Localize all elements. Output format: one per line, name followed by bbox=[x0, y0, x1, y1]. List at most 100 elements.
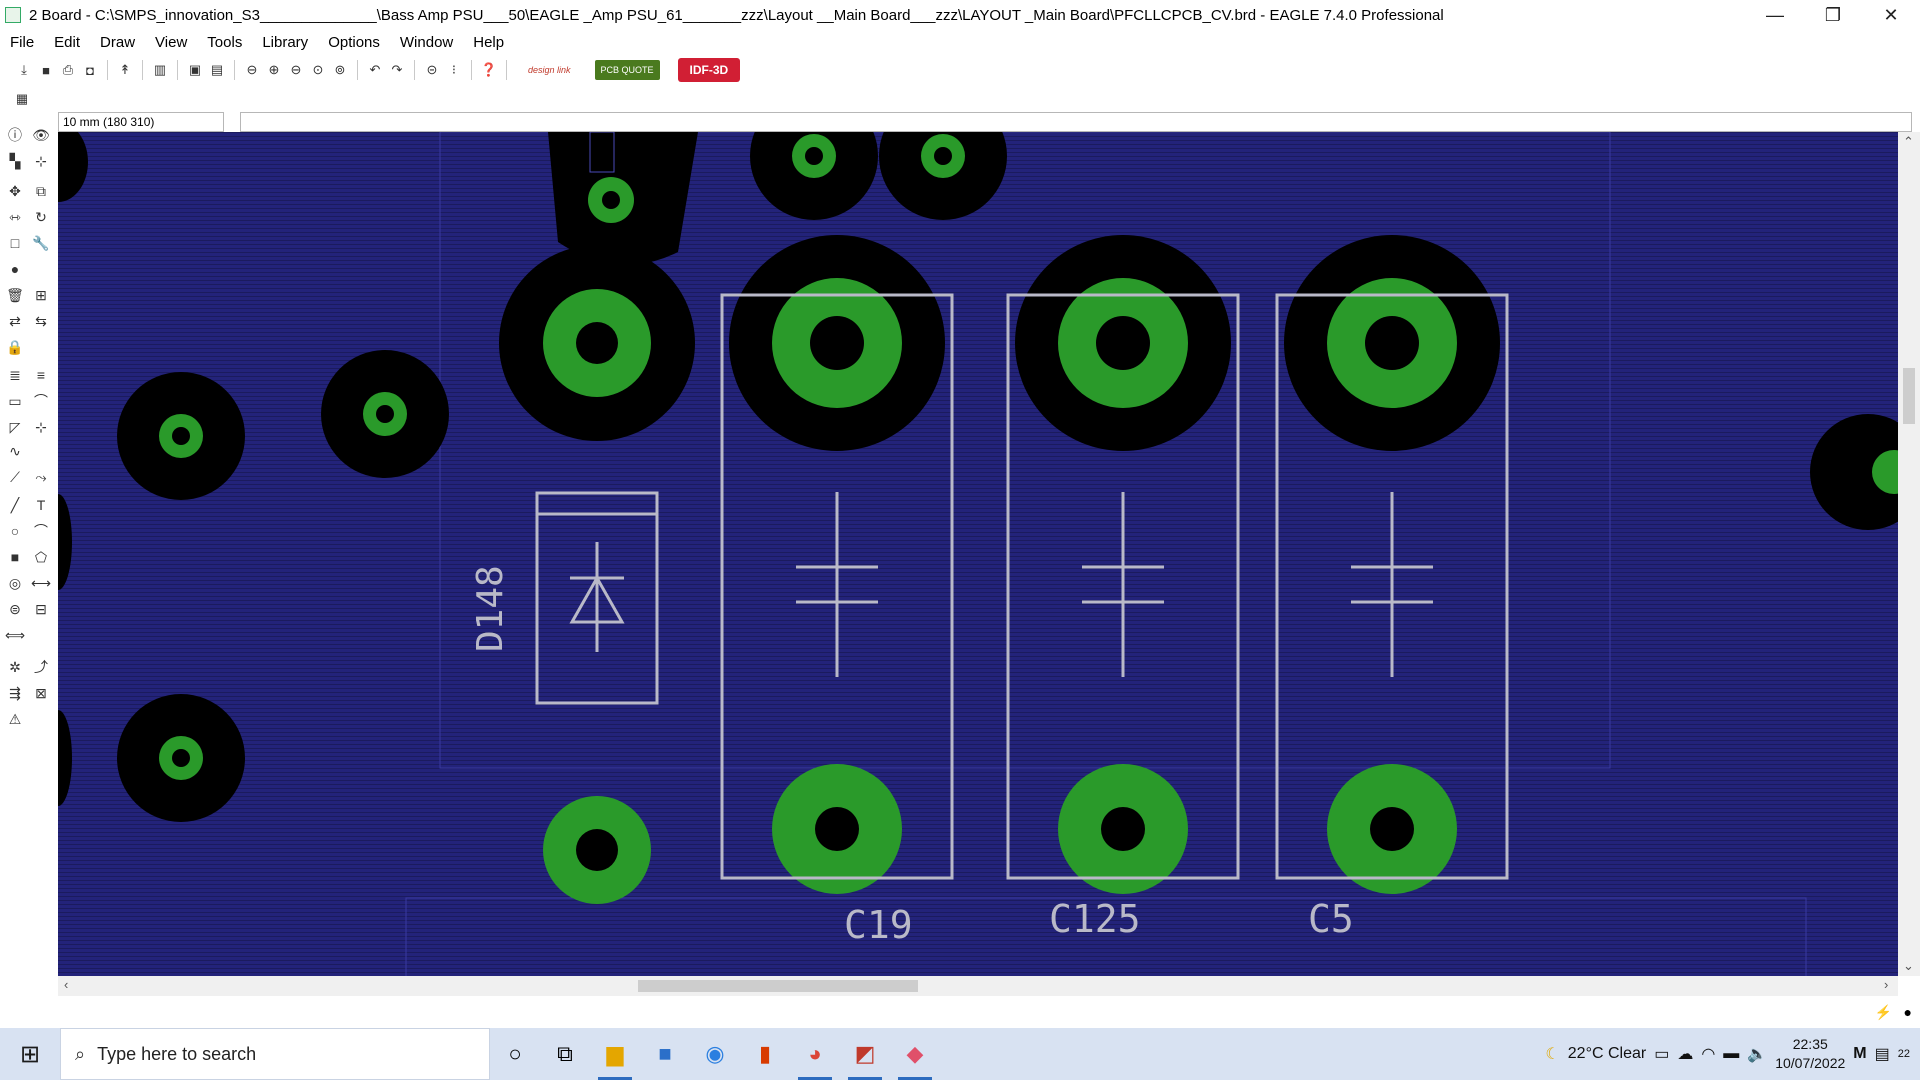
menu-window[interactable]: Window bbox=[390, 34, 463, 51]
change-icon[interactable]: 🔧 bbox=[30, 232, 52, 254]
weather-text[interactable]: 22°C Clear bbox=[1568, 1045, 1646, 1063]
wire-icon[interactable]: ╱ bbox=[4, 494, 26, 516]
stop-icon[interactable]: ⊝ bbox=[422, 60, 442, 80]
scroll-right-icon[interactable]: › bbox=[1884, 977, 1888, 992]
open-icon[interactable]: ⤓ bbox=[14, 60, 34, 80]
move-icon[interactable]: ✥ bbox=[4, 180, 26, 202]
ulp-icon[interactable]: ▥ bbox=[150, 60, 170, 80]
group-icon[interactable]: □ bbox=[4, 232, 26, 254]
undo-icon[interactable]: ↶ bbox=[365, 60, 385, 80]
lock-icon[interactable]: ⇆ bbox=[30, 310, 52, 332]
script-icon[interactable]: ↟ bbox=[115, 60, 135, 80]
menu-view[interactable]: View bbox=[145, 34, 197, 51]
grid-icon[interactable]: ▦ bbox=[12, 89, 32, 109]
ripup-icon[interactable]: ⤳ bbox=[30, 466, 52, 488]
scroll-down-icon[interactable]: ⌄ bbox=[1903, 958, 1914, 974]
pad[interactable] bbox=[543, 796, 651, 904]
restore-button[interactable]: ❐ bbox=[1804, 0, 1862, 30]
vertical-scroll-thumb[interactable] bbox=[1903, 368, 1915, 424]
split-icon[interactable]: ◸ bbox=[4, 416, 26, 438]
pad[interactable] bbox=[499, 245, 695, 441]
menu-help[interactable]: Help bbox=[463, 34, 514, 51]
menu-library[interactable]: Library bbox=[252, 34, 318, 51]
zoom-fit-icon[interactable]: ⊖ bbox=[242, 60, 262, 80]
rect-icon[interactable]: ■ bbox=[4, 546, 26, 568]
menu-edit[interactable]: Edit bbox=[44, 34, 90, 51]
text-icon[interactable]: T bbox=[30, 494, 52, 516]
copy-icon[interactable]: ⧉ bbox=[30, 180, 52, 202]
paste-icon[interactable]: ● bbox=[4, 258, 26, 280]
zoom-in-icon[interactable]: ⊕ bbox=[264, 60, 284, 80]
route-icon[interactable]: ⟋ bbox=[4, 466, 26, 488]
pad[interactable] bbox=[729, 235, 945, 451]
go-icon[interactable]: ⁝ bbox=[444, 60, 464, 80]
zoom-out-icon[interactable]: ⊖ bbox=[286, 60, 306, 80]
menu-file[interactable]: File bbox=[0, 34, 44, 51]
menu-draw[interactable]: Draw bbox=[90, 34, 145, 51]
errors-warning-icon[interactable]: ⚠ bbox=[4, 708, 26, 730]
chat-icon[interactable]: ◉ bbox=[690, 1028, 740, 1080]
rotate-icon[interactable]: ↻ bbox=[30, 206, 52, 228]
horizontal-scroll-thumb[interactable] bbox=[638, 980, 918, 992]
display-icon[interactable]: ▤ bbox=[207, 60, 227, 80]
menu-tools[interactable]: Tools bbox=[197, 34, 252, 51]
scroll-left-icon[interactable]: ‹ bbox=[64, 977, 68, 992]
stop-status-icon[interactable]: ● bbox=[1904, 1004, 1912, 1020]
erc-icon[interactable]: ⇶ bbox=[4, 682, 26, 704]
task-view-icon[interactable]: ⧉ bbox=[540, 1028, 590, 1080]
store-icon[interactable]: ■ bbox=[640, 1028, 690, 1080]
polygon-icon[interactable]: ⬠ bbox=[30, 546, 52, 568]
volume-icon[interactable]: 🔈 bbox=[1747, 1044, 1767, 1064]
battery-icon[interactable]: ▬ bbox=[1723, 1045, 1739, 1063]
redraw-icon[interactable]: ⊙ bbox=[308, 60, 328, 80]
optimize-icon[interactable]: ⊹ bbox=[30, 416, 52, 438]
pad[interactable] bbox=[117, 372, 245, 500]
pad[interactable] bbox=[1058, 764, 1188, 894]
padlock-icon[interactable]: 🔒 bbox=[4, 336, 26, 358]
scroll-up-icon[interactable]: ⌃ bbox=[1903, 134, 1914, 150]
value-icon[interactable]: ≡ bbox=[30, 364, 52, 386]
name-icon[interactable]: ≣ bbox=[4, 364, 26, 386]
onedrive-icon[interactable]: ☁ bbox=[1677, 1044, 1693, 1064]
app-drop-icon[interactable]: ◆ bbox=[890, 1028, 940, 1080]
via-icon[interactable]: ◎ bbox=[4, 572, 26, 594]
board-canvas[interactable]: D148 C19 C125 C5 bbox=[58, 132, 1898, 976]
mirror-icon[interactable]: ⇿ bbox=[4, 206, 26, 228]
meet-icon[interactable]: ▭ bbox=[1654, 1044, 1669, 1064]
pcb-quote-button[interactable]: PCB QUOTE bbox=[594, 60, 660, 80]
help-icon[interactable]: ❓ bbox=[479, 60, 499, 80]
redo-icon[interactable]: ↷ bbox=[387, 60, 407, 80]
hole-icon[interactable]: ⊜ bbox=[4, 598, 26, 620]
display-layers-icon[interactable]: ▚ bbox=[4, 150, 26, 172]
arc-icon[interactable]: ⌒ bbox=[30, 520, 52, 542]
wifi-icon[interactable]: ◠ bbox=[1701, 1044, 1715, 1064]
add-icon[interactable]: ⊞ bbox=[30, 284, 52, 306]
board-drawing[interactable]: D148 C19 C125 C5 bbox=[58, 132, 1898, 976]
pad[interactable] bbox=[548, 132, 698, 265]
file-explorer-icon[interactable]: ▆ bbox=[590, 1028, 640, 1080]
mark-icon[interactable]: ⊹ bbox=[30, 150, 52, 172]
pad[interactable] bbox=[1284, 235, 1500, 451]
clock[interactable]: 22:35 10/07/2022 bbox=[1775, 1035, 1845, 1073]
windows-start-icon[interactable]: ⊞ bbox=[0, 1028, 60, 1080]
signal-icon[interactable]: ⟷ bbox=[30, 572, 52, 594]
dimension-icon[interactable]: ⟺ bbox=[4, 624, 26, 646]
eagle-taskbar-icon[interactable]: ◩ bbox=[840, 1028, 890, 1080]
pad[interactable] bbox=[321, 350, 449, 478]
drc-icon[interactable]: ⊠ bbox=[30, 682, 52, 704]
close-button[interactable]: ✕ bbox=[1862, 0, 1920, 30]
print-icon[interactable]: ⎙ bbox=[58, 60, 78, 80]
chrome-icon[interactable]: ◕ bbox=[790, 1028, 840, 1080]
cam-icon[interactable]: ◘ bbox=[80, 60, 100, 80]
save-icon[interactable]: ■ bbox=[36, 60, 56, 80]
idf-3d-button[interactable]: IDF-3D bbox=[677, 58, 741, 82]
minimize-button[interactable]: — bbox=[1746, 0, 1804, 30]
vertical-scrollbar[interactable]: ⌃ ⌄ bbox=[1898, 132, 1920, 976]
zoom-select-icon[interactable]: ⊚ bbox=[330, 60, 350, 80]
show-icon[interactable]: 👁 bbox=[30, 124, 52, 146]
pad[interactable] bbox=[1015, 235, 1231, 451]
notification-icon[interactable]: ▤ bbox=[1875, 1044, 1890, 1064]
meander-icon[interactable]: ∿ bbox=[4, 440, 26, 462]
pad[interactable] bbox=[117, 694, 245, 822]
attribute-icon[interactable]: ⊟ bbox=[30, 598, 52, 620]
